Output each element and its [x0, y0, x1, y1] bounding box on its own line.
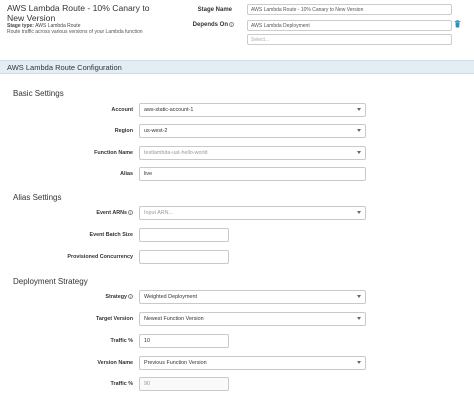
stage-header: AWS Lambda Route - 10% Canary to New Ver…	[0, 0, 474, 58]
event-batch-size-input[interactable]	[139, 228, 229, 242]
info-icon[interactable]: i	[128, 210, 133, 216]
account-value: aws-static-account-1	[144, 107, 194, 113]
event-arns-label: Event ARNs i	[3, 210, 133, 216]
stage-name-input[interactable]: AWS Lambda Route - 10% Canary to New Ver…	[247, 4, 452, 15]
traffic-percent-readonly-field: 90	[139, 377, 229, 391]
chevron-down-icon	[357, 295, 361, 298]
traffic-percent-readonly-label: Traffic %	[110, 381, 133, 387]
depends-on-text: Depends On	[192, 22, 228, 29]
target-version-value: Newest Function Version	[144, 316, 204, 322]
strategy-value: Weighted Deployment	[144, 294, 197, 300]
account-label: Account	[111, 107, 133, 113]
strategy-select[interactable]: Weighted Deployment	[139, 290, 366, 304]
strategy-label: Strategy i	[3, 294, 133, 300]
traffic-percent-label: Traffic %	[110, 338, 133, 344]
alias-input[interactable]: live	[139, 167, 366, 181]
trash-icon[interactable]	[454, 20, 461, 28]
chevron-down-icon	[357, 151, 361, 154]
event-arns-select[interactable]: Input ARN...	[139, 206, 366, 220]
stage-name-label: Stage Name	[197, 7, 232, 13]
event-batch-size-label: Event Batch Size	[89, 232, 133, 238]
alias-settings-heading: Alias Settings	[13, 193, 62, 202]
chevron-down-icon	[357, 108, 361, 111]
config-section-title: AWS Lambda Route Configuration	[7, 63, 122, 72]
version-name-select[interactable]: Previous Function Version	[139, 356, 366, 370]
chevron-down-icon	[357, 129, 361, 132]
region-label: Region	[114, 128, 133, 134]
region-select[interactable]: us-west-2	[139, 124, 366, 138]
stage-description: Route traffic across various versions of…	[7, 29, 143, 35]
chevron-down-icon	[357, 317, 361, 320]
config-section-bar: AWS Lambda Route Configuration	[0, 60, 474, 74]
account-select[interactable]: aws-static-account-1	[139, 103, 366, 117]
depends-on-tag-field[interactable]: AWS Lambda Deployment	[247, 20, 452, 31]
function-name-label: Function Name	[94, 150, 133, 156]
event-arns-text: Event ARNs	[96, 210, 127, 216]
version-name-label: Version Name	[97, 360, 133, 366]
version-name-value: Previous Function Version	[144, 360, 207, 366]
depends-on-select[interactable]: Select...	[247, 34, 452, 45]
traffic-percent-input[interactable]: 10	[139, 334, 229, 348]
region-value: us-west-2	[144, 128, 168, 134]
function-name-value: testlambda-uat-hello-world	[144, 150, 208, 156]
event-arns-placeholder: Input ARN...	[144, 210, 174, 216]
depends-on-label: Depends On i	[160, 22, 234, 28]
provisioned-concurrency-input[interactable]	[139, 250, 229, 264]
provisioned-concurrency-label: Provisioned Concurrency	[67, 254, 133, 260]
info-icon[interactable]: i	[229, 22, 234, 27]
function-name-select[interactable]: testlambda-uat-hello-world	[139, 146, 366, 160]
target-version-select[interactable]: Newest Function Version	[139, 312, 366, 326]
target-version-label: Target Version	[95, 316, 133, 322]
strategy-text: Strategy	[105, 294, 127, 300]
deployment-strategy-heading: Deployment Strategy	[13, 277, 88, 286]
alias-label: Alias	[120, 171, 133, 177]
chevron-down-icon	[357, 361, 361, 364]
chevron-down-icon	[357, 211, 361, 214]
basic-settings-heading: Basic Settings	[13, 89, 64, 98]
stage-title: AWS Lambda Route - 10% Canary to New Ver…	[7, 3, 150, 23]
info-icon[interactable]: i	[128, 294, 133, 300]
